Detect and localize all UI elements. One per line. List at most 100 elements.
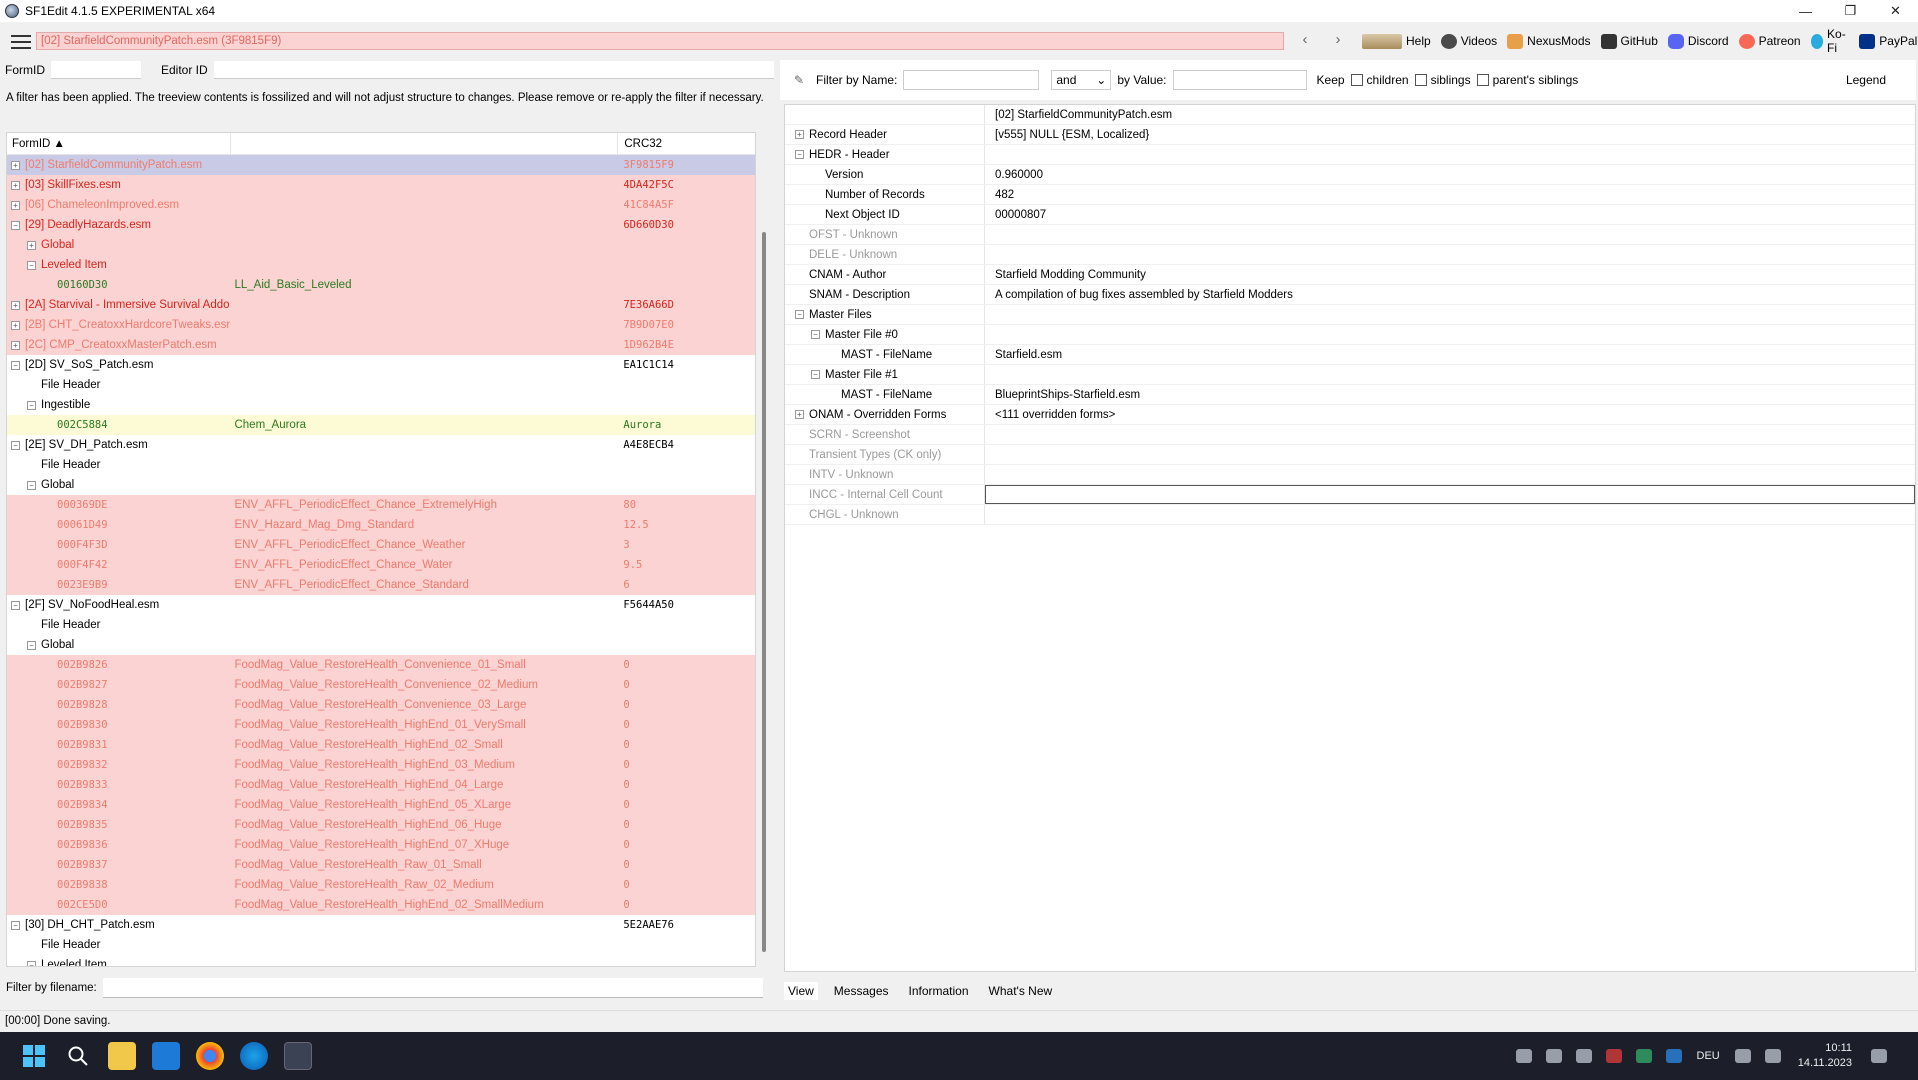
record-field-row[interactable]: − Master Files — [785, 305, 1915, 325]
tree-row[interactable]: + Global — [7, 235, 755, 255]
record-field-value[interactable]: [v555] NULL {ESM, Localized} — [985, 125, 1915, 144]
videos-link[interactable]: Videos — [1440, 33, 1497, 49]
record-field-value[interactable]: BlueprintShips-Starfield.esm — [985, 385, 1915, 404]
tree-row[interactable]: − Global — [7, 635, 755, 655]
record-field-value[interactable] — [985, 465, 1915, 484]
tree-row[interactable]: − [29] DeadlyHazards.esm 6D660D30 — [7, 215, 755, 235]
bluetooth-icon[interactable] — [1665, 1049, 1682, 1063]
record-field-value[interactable]: 00000807 — [985, 205, 1915, 224]
expand-icon[interactable]: + — [11, 320, 20, 330]
paypal-link[interactable]: PayPal — [1859, 33, 1917, 49]
menu-icon[interactable] — [11, 35, 31, 49]
tree-row[interactable]: 00160D30 LL_Aid_Basic_Leveled — [7, 275, 755, 295]
tree-row[interactable]: 002B9827 FoodMag_Value_RestoreHealth_Conv… — [7, 675, 755, 695]
and-select[interactable]: and ⌄ — [1051, 70, 1112, 90]
record-field-row[interactable]: CHGL - Unknown — [785, 505, 1915, 525]
legend-button[interactable]: Legend — [1846, 73, 1886, 87]
collapse-icon[interactable]: − — [11, 920, 20, 930]
tab-information[interactable]: Information — [905, 982, 973, 1000]
tree-row[interactable]: 002B9835 FoodMag_Value_RestoreHealth_High… — [7, 815, 755, 835]
record-field-value[interactable]: Starfield.esm — [985, 345, 1915, 364]
chrome-icon[interactable] — [196, 1042, 224, 1070]
expand-icon[interactable]: + — [11, 300, 20, 310]
network-icon[interactable] — [1734, 1049, 1751, 1063]
collapse-icon[interactable]: − — [811, 330, 820, 339]
expand-icon[interactable]: + — [795, 410, 804, 419]
sf1edit-taskbar-icon[interactable] — [284, 1042, 312, 1070]
tree-row[interactable]: + [02] StarfieldCommunityPatch.esm 3F9815F… — [7, 155, 755, 175]
tree-row[interactable]: − [2D] SV_SoS_Patch.esm EA1C1C14 — [7, 355, 755, 375]
tree-row[interactable]: File Header — [7, 375, 755, 395]
kofi-link[interactable]: Ko-Fi — [1810, 27, 1850, 55]
tree-row[interactable]: 00061D49 ENV_Hazard_Mag_Dmg_Standard 12.5 — [7, 515, 755, 535]
volume-icon[interactable] — [1764, 1049, 1781, 1063]
record-field-value[interactable]: 0.960000 — [985, 165, 1915, 184]
expand-icon[interactable]: + — [11, 180, 20, 190]
windows-start-icon[interactable] — [20, 1042, 48, 1070]
notification-icon[interactable] — [1871, 1049, 1887, 1063]
record-field-row[interactable]: SNAM - Description A compilation of bug f… — [785, 285, 1915, 305]
record-field-row[interactable]: + Record Header [v555] NULL {ESM, Localize… — [785, 125, 1915, 145]
tree-row[interactable]: 002C5884 Chem_Aurora Aurora — [7, 415, 755, 435]
pin-icon[interactable]: ✎ — [794, 73, 808, 87]
tree-row[interactable]: − Leveled Item — [7, 255, 755, 275]
tree-row[interactable]: 002B9831 FoodMag_Value_RestoreHealth_High… — [7, 735, 755, 755]
tree-row[interactable]: 000F4F42 ENV_AFFL_PeriodicEffect_Chance_W… — [7, 555, 755, 575]
tree-row[interactable]: 002B9837 FoodMag_Value_RestoreHealth_Raw_… — [7, 855, 755, 875]
security-icon[interactable] — [1635, 1049, 1652, 1063]
tab-messages[interactable]: Messages — [830, 982, 893, 1000]
tree-row[interactable]: − Global — [7, 475, 755, 495]
parents-siblings-checkbox[interactable] — [1476, 74, 1489, 86]
record-field-row[interactable]: DELE - Unknown — [785, 245, 1915, 265]
tree-row[interactable]: 002B9826 FoodMag_Value_RestoreHealth_Conv… — [7, 655, 755, 675]
record-field-value[interactable] — [985, 305, 1915, 324]
collapse-icon[interactable]: − — [27, 640, 36, 650]
patreon-link[interactable]: Patreon — [1738, 33, 1801, 49]
tree-row[interactable]: + [2C] CMP_CreatoxxMasterPatch.esm 1D962B4… — [7, 335, 755, 355]
expand-icon[interactable]: + — [11, 340, 20, 350]
tree-row[interactable]: 002B9832 FoodMag_Value_RestoreHealth_High… — [7, 755, 755, 775]
record-field-row[interactable]: INCC - Internal Cell Count — [785, 485, 1915, 505]
tree-row[interactable]: 000369DE ENV_AFFL_PeriodicEffect_Chance_E… — [7, 495, 755, 515]
nexusmods-link[interactable]: NexusMods — [1507, 33, 1591, 49]
collapse-icon[interactable]: − — [11, 360, 20, 370]
crc-column-header[interactable]: CRC32 — [617, 133, 755, 154]
language-indicator[interactable]: DEU — [1697, 1050, 1720, 1062]
filter-by-value-input[interactable] — [1172, 70, 1307, 90]
tab-view[interactable]: View — [784, 982, 818, 1000]
expand-icon[interactable]: + — [27, 240, 36, 250]
record-field-row[interactable]: − Master File #1 — [785, 365, 1915, 385]
mail-icon[interactable] — [152, 1042, 180, 1070]
tree-row[interactable]: 002B9828 FoodMag_Value_RestoreHealth_Conv… — [7, 695, 755, 715]
record-field-row[interactable]: MAST - FileName Starfield.esm — [785, 345, 1915, 365]
collapse-icon[interactable]: − — [795, 150, 804, 159]
tree-row[interactable]: 0023E9B9 ENV_AFFL_PeriodicEffect_Chance_S… — [7, 575, 755, 595]
tree-row[interactable]: 002B9836 FoodMag_Value_RestoreHealth_High… — [7, 835, 755, 855]
record-field-value[interactable]: A compilation of bug fixes assembled by … — [985, 285, 1915, 304]
tree-row[interactable]: File Header — [7, 615, 755, 635]
tree-row[interactable]: − Ingestible — [7, 395, 755, 415]
record-field-row[interactable]: − HEDR - Header — [785, 145, 1915, 165]
tray-chevron-icon[interactable] — [1545, 1049, 1562, 1063]
collapse-icon[interactable]: − — [11, 220, 20, 230]
forward-button[interactable]: › — [1328, 31, 1348, 48]
children-checkbox[interactable] — [1350, 74, 1363, 86]
formid-column-header[interactable]: FormID ▲ — [7, 138, 230, 150]
siblings-checkbox[interactable] — [1414, 74, 1427, 86]
record-field-row[interactable]: − Master File #0 — [785, 325, 1915, 345]
antivirus-icon[interactable] — [1605, 1049, 1622, 1063]
tree-row[interactable]: − [2F] SV_NoFoodHeal.esm F5644A50 — [7, 595, 755, 615]
tree-row[interactable]: + [2A] Starvival - Immersive Survival Add… — [7, 295, 755, 315]
record-field-row[interactable]: Version 0.960000 — [785, 165, 1915, 185]
expand-icon[interactable]: + — [795, 130, 804, 139]
tray-app-icon[interactable] — [1515, 1049, 1532, 1063]
tree-row[interactable]: 002B9830 FoodMag_Value_RestoreHealth_High… — [7, 715, 755, 735]
record-field-value[interactable] — [985, 245, 1915, 264]
record-field-row[interactable]: Next Object ID 00000807 — [785, 205, 1915, 225]
tree-row[interactable]: File Header — [7, 455, 755, 475]
record-field-value[interactable]: <111 overridden forms> — [985, 405, 1915, 424]
record-field-value[interactable] — [985, 505, 1915, 524]
tree-row[interactable]: + [03] SkillFixes.esm 4DA42F5C — [7, 175, 755, 195]
formid-input[interactable] — [51, 61, 141, 79]
expand-icon[interactable]: + — [11, 200, 20, 210]
